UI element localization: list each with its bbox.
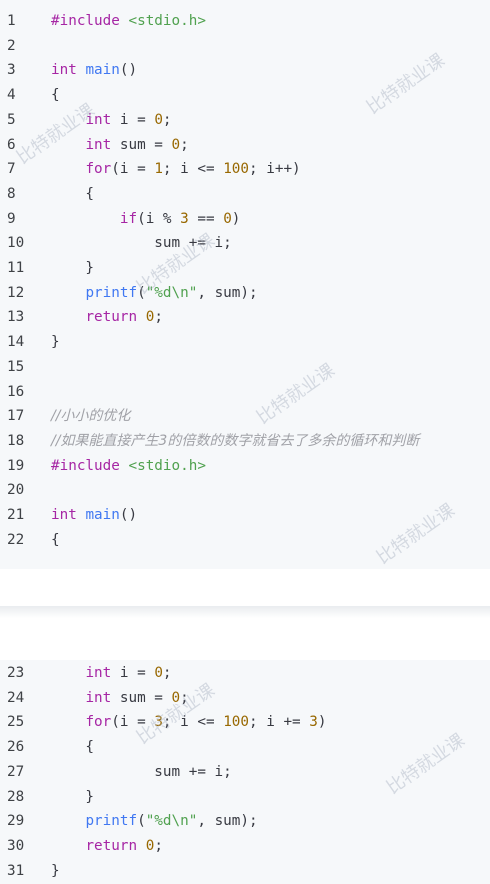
code-block-2: 23 int i = 0; 24 int sum = 0; 25 for(i = 3… bbox=[0, 660, 490, 884]
code-text: for(i = 3; i <= 100; i += 3) bbox=[85, 714, 327, 731]
code-line: 31} bbox=[0, 859, 490, 884]
code-text: //小小的优化 bbox=[51, 408, 131, 425]
line-number: 28 bbox=[7, 788, 25, 805]
code-line: 17 //小小的优化 bbox=[0, 404, 490, 429]
code-text: int i = 0; bbox=[85, 665, 172, 681]
code-text: //如果能直接产生3的倍数的数字就省去了多余的循环和判断 bbox=[51, 432, 420, 449]
line-number: 10 bbox=[7, 235, 25, 252]
code-line: 23 int i = 0; bbox=[0, 661, 490, 686]
code-line: 4{ bbox=[0, 83, 490, 108]
code-line: 5 int i = 0; bbox=[0, 108, 490, 133]
line-number: 17 bbox=[7, 408, 25, 425]
code-block-1: 1 #include <stdio.h> 2 3 int main() 4{5 int i… bbox=[0, 0, 490, 569]
code-text: { bbox=[51, 531, 60, 548]
code-text: sum += i; bbox=[51, 235, 232, 252]
line-number: 31 bbox=[7, 862, 25, 879]
code-line: 29 printf("%d\n", sum); bbox=[0, 809, 490, 834]
code-line: 6 int sum = 0; bbox=[0, 133, 490, 158]
code-text: return 0; bbox=[85, 837, 163, 854]
code-text: } bbox=[51, 334, 60, 351]
line-number: 8 bbox=[7, 185, 16, 202]
code-text: printf("%d\n", sum); bbox=[85, 813, 258, 830]
code-text: printf("%d\n", sum); bbox=[85, 284, 258, 301]
line-number: 1 bbox=[7, 13, 16, 29]
code-line: 13 return 0; bbox=[0, 305, 490, 330]
code-line: 24 int sum = 0; bbox=[0, 686, 490, 711]
line-number: 25 bbox=[7, 714, 25, 731]
code-text: } bbox=[51, 788, 95, 805]
line-number: 20 bbox=[7, 482, 25, 499]
line-number: 14 bbox=[7, 334, 25, 351]
line-number: 18 bbox=[7, 432, 25, 449]
line-number: 5 bbox=[7, 111, 16, 128]
line-number: 11 bbox=[7, 260, 25, 276]
code-line: 14} bbox=[0, 330, 490, 355]
code-text: for(i = 1; i <= 100; i++) bbox=[85, 161, 301, 178]
code-line: 18 //如果能直接产生3的倍数的数字就省去了多余的循环和判断 bbox=[0, 429, 490, 454]
line-number: 29 bbox=[7, 813, 25, 830]
line-number: 7 bbox=[7, 161, 16, 178]
code-line: 16 bbox=[0, 380, 490, 405]
code-line: 27 sum += i; bbox=[0, 760, 490, 785]
code-line: 11 } bbox=[0, 256, 490, 281]
line-number: 24 bbox=[7, 689, 25, 706]
line-number: 15 bbox=[7, 358, 25, 375]
code-text: int sum = 0; bbox=[85, 136, 189, 153]
code-line: 8 { bbox=[0, 182, 490, 207]
code-text: sum += i; bbox=[51, 763, 232, 780]
line-number: 26 bbox=[7, 739, 25, 756]
code-line: 30 return 0; bbox=[0, 834, 490, 859]
code-line: 25 for(i = 3; i <= 100; i += 3) bbox=[0, 710, 490, 735]
code-line: 21 int main() bbox=[0, 503, 490, 528]
page-separator bbox=[0, 606, 490, 618]
code-text: { bbox=[51, 87, 60, 104]
line-number: 21 bbox=[7, 507, 25, 523]
code-text: int main() bbox=[51, 507, 138, 523]
line-number: 16 bbox=[7, 383, 25, 400]
code-line: 12 printf("%d\n", sum); bbox=[0, 281, 490, 306]
code-line: 22 { bbox=[0, 528, 490, 553]
code-text: int main() bbox=[51, 62, 138, 79]
code-line: 20 bbox=[0, 478, 490, 503]
code-text: { bbox=[51, 185, 95, 202]
code-line: 1 #include <stdio.h> bbox=[0, 9, 490, 34]
code-text: int i = 0; bbox=[85, 111, 172, 128]
line-number: 4 bbox=[7, 87, 16, 104]
code-text: int sum = 0; bbox=[85, 689, 189, 706]
code-line: 10 sum += i; bbox=[0, 231, 490, 256]
line-number: 23 bbox=[7, 665, 25, 681]
line-number: 2 bbox=[7, 37, 16, 54]
code-text: if(i % 3 == 0) bbox=[119, 210, 241, 227]
line-number: 13 bbox=[7, 309, 25, 326]
line-number: 9 bbox=[7, 210, 16, 227]
code-text: #include <stdio.h> bbox=[51, 457, 206, 474]
code-line: 7 for(i = 1; i <= 100; i++) bbox=[0, 157, 490, 182]
code-text: return 0; bbox=[85, 309, 163, 326]
code-line: 3 int main() bbox=[0, 58, 490, 83]
code-text: } bbox=[51, 260, 95, 276]
code-line: 9 if(i % 3 == 0) bbox=[0, 207, 490, 232]
code-text: { bbox=[51, 739, 95, 756]
line-number: 22 bbox=[7, 531, 25, 548]
line-number: 19 bbox=[7, 457, 25, 474]
code-text: #include <stdio.h> bbox=[51, 13, 206, 29]
code-line: 2 bbox=[0, 34, 490, 59]
line-number: 6 bbox=[7, 136, 16, 153]
code-line: 19 #include <stdio.h> bbox=[0, 454, 490, 479]
line-number: 3 bbox=[7, 62, 16, 79]
code-line: 28 } bbox=[0, 785, 490, 810]
line-number: 12 bbox=[7, 284, 25, 301]
code-text: } bbox=[51, 862, 60, 879]
code-line: 26 { bbox=[0, 735, 490, 760]
line-number: 30 bbox=[7, 837, 25, 854]
line-number: 27 bbox=[7, 763, 25, 780]
code-line: 15 bbox=[0, 355, 490, 380]
